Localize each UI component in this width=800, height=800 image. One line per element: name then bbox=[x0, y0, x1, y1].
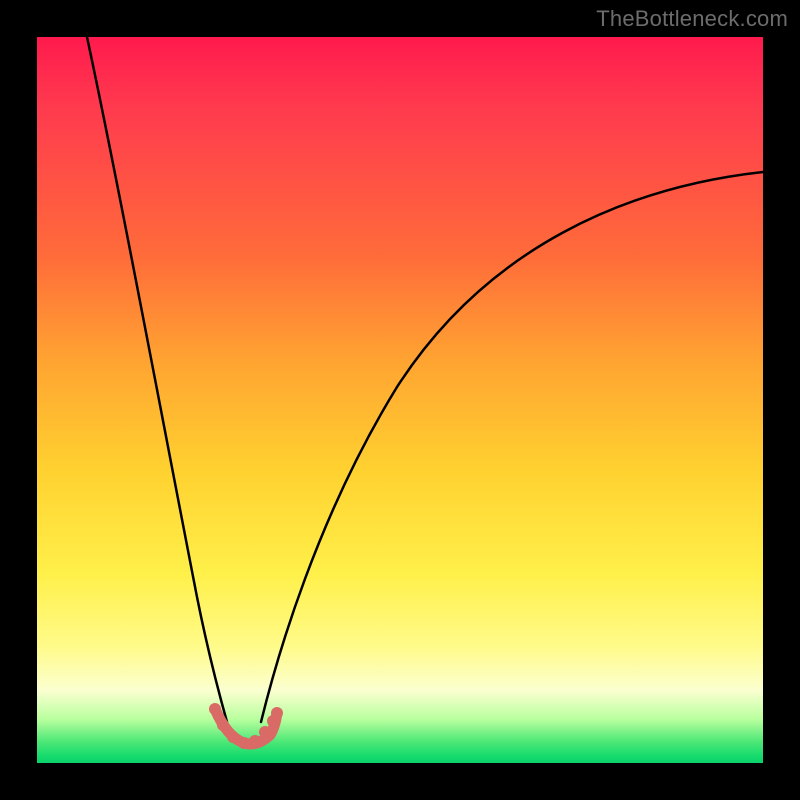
plot-area bbox=[37, 37, 763, 763]
curve-left-branch bbox=[87, 37, 227, 722]
trough-markers bbox=[209, 703, 283, 749]
watermark-text: TheBottleneck.com bbox=[596, 6, 788, 32]
bottleneck-curve bbox=[37, 37, 763, 763]
chart-frame: TheBottleneck.com bbox=[0, 0, 800, 800]
curve-right-branch bbox=[261, 172, 763, 722]
